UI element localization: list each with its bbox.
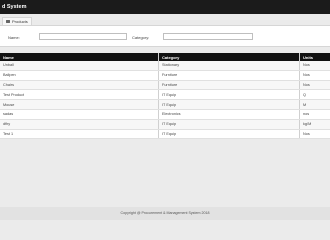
table-header-row: Name Category Units	[0, 53, 330, 61]
copyright-text: Copyright @ Procurement & Management Sys…	[120, 211, 210, 215]
table-row[interactable]: Chairs Furniture Nos	[0, 80, 330, 91]
cell-name: Test Product	[0, 89, 159, 101]
table-row[interactable]: Ballpen Furniture Nos	[0, 70, 330, 81]
column-header-units[interactable]: Units	[299, 53, 330, 61]
cell-units: M	[299, 99, 330, 110]
cell-category: Electronics	[158, 109, 300, 120]
cell-category: IT Equip	[158, 119, 300, 130]
print-icon	[6, 20, 10, 24]
table-row[interactable]: Mouse IT Equip M	[0, 99, 330, 110]
cell-units: Nos	[299, 61, 330, 71]
cell-name: sadas	[0, 109, 159, 120]
table-row[interactable]: sadas Electronics nos	[0, 109, 330, 120]
cell-units: Nos	[299, 80, 330, 91]
cell-category: IT Equip	[158, 99, 300, 110]
cell-category: IT Equip	[158, 129, 300, 140]
cell-units: Q	[299, 89, 330, 101]
name-filter-label: Name:	[8, 35, 20, 40]
cell-name: dfhy	[0, 119, 159, 130]
cell-units: kg/M	[299, 119, 330, 130]
products-table: Name Category Units Unball Stationary No…	[0, 53, 330, 140]
table-row[interactable]: dfhy IT Equip kg/M	[0, 119, 330, 130]
app-title: d System	[2, 4, 27, 10]
table-row[interactable]: Test Product IT Equip Q	[0, 89, 330, 101]
category-filter-label: Category:	[132, 35, 150, 40]
cell-units: Nos	[299, 129, 330, 140]
column-header-name[interactable]: Name	[0, 53, 159, 61]
cell-name: Chairs	[0, 80, 159, 91]
app-header: d System	[0, 0, 330, 14]
cell-units: nos	[299, 109, 330, 120]
filter-panel: Name: Category:	[0, 25, 330, 47]
cell-category: Stationary	[158, 61, 300, 71]
cell-category: Furniture	[158, 80, 300, 91]
footer: Copyright @ Procurement & Management Sys…	[0, 207, 330, 220]
category-filter-input[interactable]	[163, 33, 253, 40]
cell-name: Test 1	[0, 129, 159, 140]
cell-category: Furniture	[158, 70, 300, 81]
cell-name: Mouse	[0, 99, 159, 110]
cell-name: Unball	[0, 61, 159, 71]
table-row[interactable]: Test 1 IT Equip Nos	[0, 129, 330, 140]
table-row[interactable]: Unball Stationary Nos	[0, 61, 330, 71]
cell-category: IT Equip	[158, 89, 300, 101]
cell-name: Ballpen	[0, 70, 159, 81]
column-header-category[interactable]: Category	[158, 53, 300, 61]
tab-products-label: Products	[12, 19, 28, 24]
cell-units: Nos	[299, 70, 330, 81]
name-filter-input[interactable]	[39, 33, 127, 40]
